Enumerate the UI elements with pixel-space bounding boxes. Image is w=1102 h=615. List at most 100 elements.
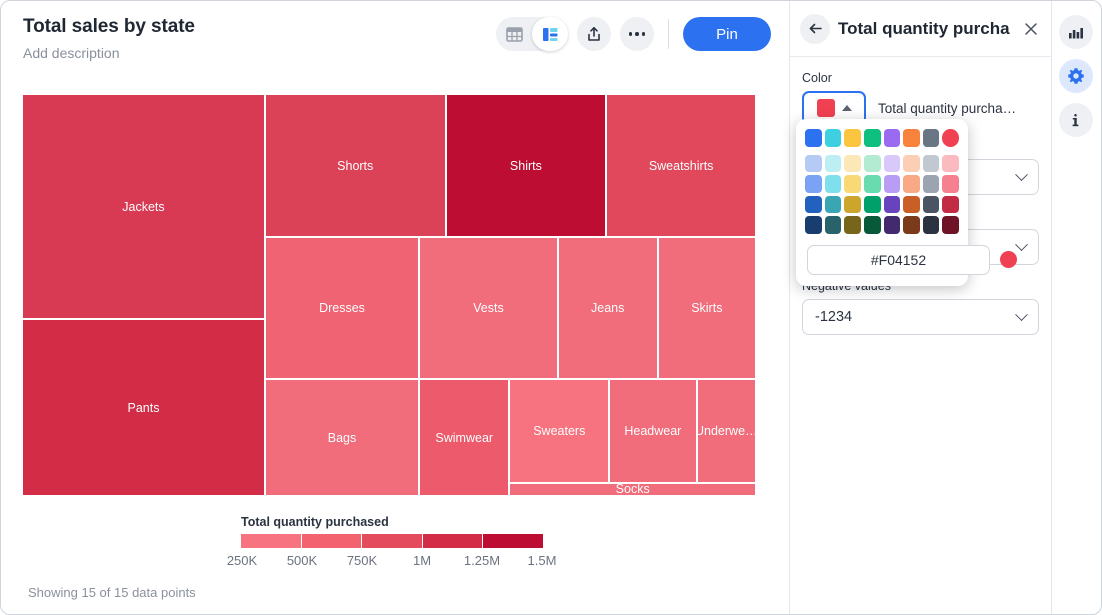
legend-tick: 500K <box>287 553 317 568</box>
legend-segment <box>362 534 423 548</box>
palette-swatch[interactable] <box>942 129 959 147</box>
view-toggle-group <box>496 17 568 51</box>
chevron-down-icon <box>1015 308 1028 321</box>
treemap-tile[interactable]: Swimwear <box>420 380 510 497</box>
settings-panel: Total quantity purcha Color Total quanti… <box>790 1 1052 614</box>
toolbar-divider <box>668 19 669 49</box>
treemap-tile[interactable]: Socks <box>510 484 757 497</box>
palette-swatch[interactable] <box>805 216 822 234</box>
palette-swatch[interactable] <box>864 129 881 147</box>
treemap-tile[interactable]: Sweatshirts <box>607 95 757 238</box>
palette-shade-rows <box>805 155 959 234</box>
palette-swatch[interactable] <box>942 175 959 193</box>
palette-swatch[interactable] <box>903 129 920 147</box>
treemap-tile[interactable]: Vests <box>420 238 559 380</box>
legend-tick-labels: 250K500K750K1M1.25M1.5M <box>241 553 571 571</box>
palette-swatch[interactable] <box>825 216 842 234</box>
share-icon[interactable] <box>577 17 611 51</box>
legend-segment <box>302 534 363 548</box>
treemap-tile[interactable]: Pants <box>23 320 266 497</box>
chart-view-icon[interactable] <box>532 17 568 51</box>
palette-swatch[interactable] <box>923 129 940 147</box>
treemap-tile-label: Shorts <box>337 159 373 173</box>
palette-swatch[interactable] <box>844 175 861 193</box>
treemap-tile-label: Shirts <box>510 159 542 173</box>
palette-swatch[interactable] <box>903 216 920 234</box>
palette-swatch[interactable] <box>903 155 920 173</box>
main-content: Total sales by state Add description <box>1 1 790 614</box>
right-rail <box>1052 1 1099 614</box>
palette-swatch[interactable] <box>805 196 822 214</box>
palette-swatch[interactable] <box>864 175 881 193</box>
chevron-down-icon <box>1015 238 1028 251</box>
panel-body: Color Total quantity purcha… C U Auto Ne… <box>790 57 1051 335</box>
treemap-tile[interactable]: Bags <box>266 380 420 497</box>
palette-swatch[interactable] <box>825 129 842 147</box>
palette-swatch[interactable] <box>844 155 861 173</box>
header-toolbar: Pin <box>496 17 771 51</box>
palette-shade-row <box>805 155 959 173</box>
palette-swatch[interactable] <box>864 216 881 234</box>
palette-swatch[interactable] <box>884 155 901 173</box>
legend-gradient-bar <box>241 534 543 548</box>
panel-header: Total quantity purcha <box>790 1 1051 57</box>
palette-swatch[interactable] <box>844 129 861 147</box>
current-color-swatch <box>817 99 835 117</box>
palette-swatch[interactable] <box>923 196 940 214</box>
treemap-tile[interactable]: Shirts <box>447 95 608 238</box>
treemap-tile-label: Sweatshirts <box>649 159 714 173</box>
app-window: Total sales by state Add description <box>0 0 1102 615</box>
palette-swatch[interactable] <box>825 155 842 173</box>
palette-swatch[interactable] <box>864 155 881 173</box>
palette-swatch[interactable] <box>864 196 881 214</box>
palette-shade-row <box>805 175 959 193</box>
back-arrow-icon[interactable] <box>800 14 830 44</box>
info-icon[interactable] <box>1059 103 1093 137</box>
palette-swatch[interactable] <box>923 175 940 193</box>
treemap-tile-label: Skirts <box>691 301 722 315</box>
treemap-tile[interactable]: Jeans <box>559 238 659 380</box>
palette-swatch[interactable] <box>825 196 842 214</box>
close-icon[interactable] <box>1019 17 1043 41</box>
palette-swatch[interactable] <box>825 175 842 193</box>
treemap-tile-label: Dresses <box>319 301 365 315</box>
palette-swatch[interactable] <box>805 129 822 147</box>
palette-swatch[interactable] <box>884 216 901 234</box>
more-dots <box>629 32 646 36</box>
hex-color-input[interactable] <box>807 245 990 275</box>
treemap-tile[interactable]: Headwear <box>610 380 697 484</box>
pin-button[interactable]: Pin <box>683 17 771 51</box>
treemap-tile[interactable]: Shorts <box>266 95 447 238</box>
more-options-icon[interactable] <box>620 17 654 51</box>
treemap-tile[interactable]: Jackets <box>23 95 266 320</box>
palette-swatch[interactable] <box>942 216 959 234</box>
treemap-tile[interactable]: Dresses <box>266 238 420 380</box>
palette-swatch[interactable] <box>805 155 822 173</box>
legend-segment <box>423 534 484 548</box>
palette-swatch[interactable] <box>884 175 901 193</box>
palette-swatch[interactable] <box>923 155 940 173</box>
treemap-tile[interactable]: Underwe… <box>698 380 757 484</box>
gear-icon[interactable] <box>1059 59 1093 93</box>
treemap-tile-label: Jackets <box>122 200 164 214</box>
palette-swatch[interactable] <box>903 196 920 214</box>
palette-swatch[interactable] <box>903 175 920 193</box>
table-view-icon[interactable] <box>496 17 532 51</box>
treemap-tile[interactable]: Skirts <box>659 238 757 380</box>
palette-swatch[interactable] <box>884 129 901 147</box>
palette-swatch[interactable] <box>805 175 822 193</box>
treemap-tile-label: Swimwear <box>435 431 493 445</box>
treemap-tile-label: Pants <box>127 401 159 415</box>
panel-title: Total quantity purcha <box>838 19 1013 39</box>
palette-swatch[interactable] <box>942 155 959 173</box>
palette-swatch[interactable] <box>923 216 940 234</box>
palette-swatch[interactable] <box>942 196 959 214</box>
treemap-tile-label: Bags <box>328 431 357 445</box>
palette-swatch[interactable] <box>844 216 861 234</box>
palette-swatch[interactable] <box>844 196 861 214</box>
negative-values-select[interactable]: -1234 <box>802 299 1039 335</box>
palette-swatch[interactable] <box>884 196 901 214</box>
legend-tick: 750K <box>347 553 377 568</box>
treemap-tile[interactable]: Sweaters <box>510 380 610 484</box>
chart-icon[interactable] <box>1059 15 1093 49</box>
